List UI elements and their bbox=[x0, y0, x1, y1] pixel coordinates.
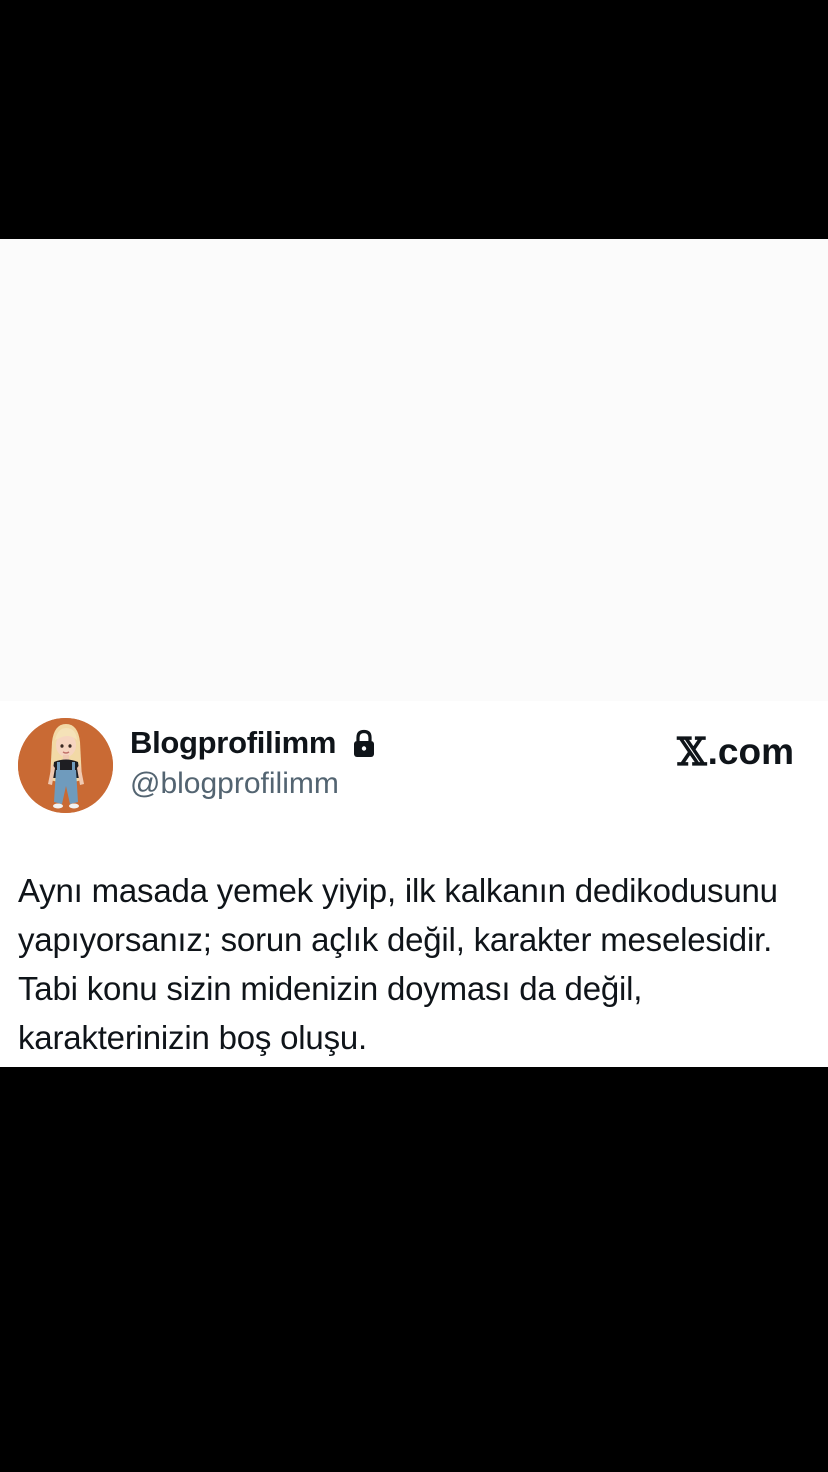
bottom-letterbox bbox=[0, 1067, 828, 1472]
author-name[interactable]: Blogprofilimm bbox=[130, 725, 337, 761]
avatar[interactable] bbox=[18, 718, 113, 813]
lock-icon bbox=[354, 729, 374, 757]
brand-domain: .com bbox=[707, 730, 794, 772]
author-handle[interactable]: @blogprofilimm bbox=[130, 767, 339, 801]
tweet-card: Blogprofilimm @blogprofilimm 𝕏 .com Aynı… bbox=[0, 239, 828, 1091]
tweet: Blogprofilimm @blogprofilimm 𝕏 .com Aynı… bbox=[0, 701, 828, 1091]
tweet-text: Aynı masada yemek yiyip, ilk kalkanın de… bbox=[18, 872, 778, 1056]
x-logo-icon: 𝕏 bbox=[677, 729, 707, 774]
top-letterbox bbox=[0, 0, 828, 239]
avatar-illustration bbox=[18, 718, 113, 813]
x-brand-logo: 𝕏 .com bbox=[677, 729, 794, 774]
